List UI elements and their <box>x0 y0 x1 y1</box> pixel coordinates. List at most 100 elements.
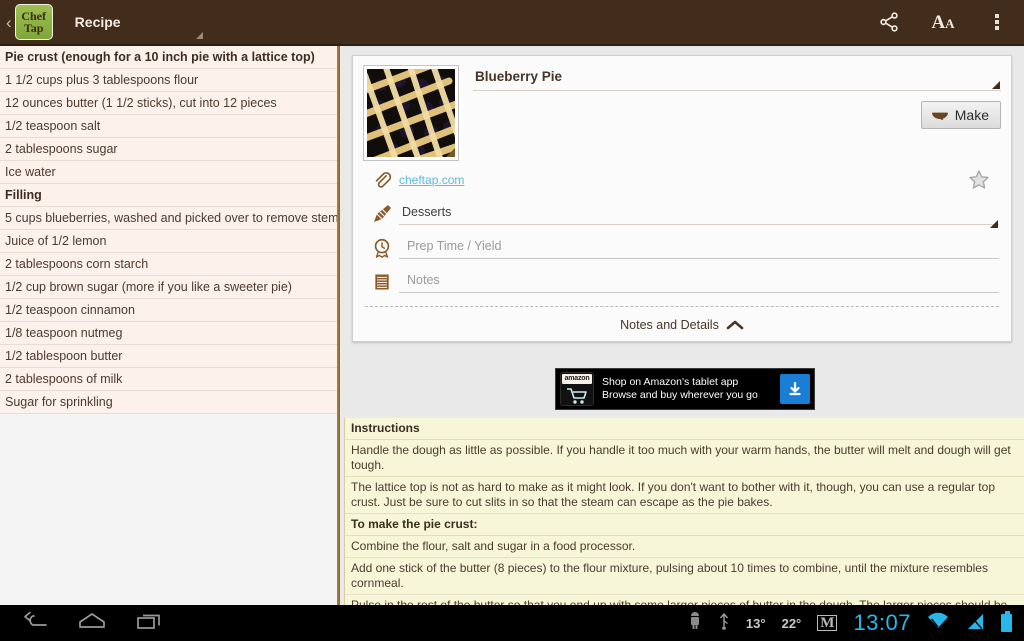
back-button[interactable] <box>22 611 48 636</box>
share-button[interactable] <box>862 0 916 45</box>
blueberry-pie-photo <box>367 69 455 157</box>
notes-field[interactable]: Notes <box>399 271 999 293</box>
status-clock[interactable]: 13:07 <box>853 610 911 636</box>
instruction-row[interactable]: Pulse in the rest of the butter so that … <box>345 595 1024 605</box>
ingredient-row[interactable]: Sugar for sprinkling <box>0 391 337 414</box>
tag-icon <box>365 202 399 226</box>
font-size-icon: AA <box>931 13 954 32</box>
chevron-up-icon <box>726 320 744 330</box>
prep-time-row: Prep Time / Yield <box>353 233 1011 263</box>
recent-apps-icon <box>137 614 160 629</box>
temperature-2: 22° <box>781 615 802 631</box>
make-button[interactable]: Make <box>920 101 1001 129</box>
notes-lines-icon <box>365 271 399 293</box>
recipe-thumbnail[interactable] <box>363 65 459 161</box>
android-debug-icon <box>688 611 702 635</box>
ingredient-row[interactable]: 2 tablespoons corn starch <box>0 253 337 276</box>
font-size-button[interactable]: AA <box>916 0 970 45</box>
recipe-spinner[interactable]: Recipe <box>75 0 211 45</box>
notes-and-details-label: Notes and Details <box>620 318 719 332</box>
category-caret-icon <box>990 220 998 228</box>
star-outline-icon <box>969 170 989 189</box>
ingredient-row[interactable]: Pie crust (enough for a 10 inch pie with… <box>0 46 337 69</box>
category-row: Desserts <box>353 199 1011 229</box>
title-column: Blueberry Pie Make <box>459 65 1001 161</box>
ingredient-row[interactable]: 1 1/2 cups plus 3 tablespoons flour <box>0 69 337 92</box>
stopwatch-icon <box>365 236 399 260</box>
download-arrow-icon <box>789 381 801 396</box>
instruction-row[interactable]: Add one stick of the butter (8 pieces) t… <box>345 558 1024 595</box>
source-link[interactable]: cheftap.com <box>399 173 464 187</box>
app-logo[interactable]: Chef Tap <box>14 4 53 40</box>
recipe-title-field[interactable]: Blueberry Pie <box>473 65 1001 91</box>
ingredient-row[interactable]: Juice of 1/2 lemon <box>0 230 337 253</box>
ingredient-row[interactable]: Ice water <box>0 161 337 184</box>
recipe-title: Blueberry Pie <box>475 69 563 84</box>
instruction-row[interactable]: Handle the dough as little as possible. … <box>345 440 1024 477</box>
notes-placeholder: Notes <box>407 273 440 287</box>
title-caret-icon <box>992 81 1000 89</box>
instructions-panel[interactable]: Instructions Handle the dough as little a… <box>344 418 1024 605</box>
notes-row: Notes <box>353 267 1011 297</box>
thumbnail-caret-icon <box>446 148 455 157</box>
instruction-header[interactable]: To make the pie crust: <box>345 514 1024 536</box>
ingredients-panel[interactable]: Pie crust (enough for a 10 inch pie with… <box>0 46 337 605</box>
category-field[interactable]: Desserts <box>399 203 999 228</box>
instruction-row[interactable]: The lattice top is not as hard to make a… <box>345 477 1024 514</box>
back-arrow-icon <box>24 611 47 626</box>
temperature-1: 13° <box>745 615 766 631</box>
amazon-ad-banner[interactable]: amazon Shop on Amazon's tablet app Brows… <box>555 368 815 410</box>
mortar-and-pestle-icon <box>931 112 948 121</box>
ingredient-row[interactable]: 2 tablespoons sugar <box>0 138 337 161</box>
font-size-big-a: A <box>931 11 946 33</box>
spinner-label: Recipe <box>74 14 121 30</box>
prep-time-field[interactable]: Prep Time / Yield <box>399 237 999 259</box>
spinner-caret-icon <box>195 32 203 39</box>
font-size-small-a: A <box>945 15 955 31</box>
app-root: ‹ Chef Tap Recipe AA Pie crust (enough f… <box>0 0 1024 641</box>
usb-icon <box>718 612 730 635</box>
up-caret-icon[interactable]: ‹ <box>0 14 15 31</box>
amazon-wordmark: amazon <box>562 374 592 384</box>
gmail-icon: M <box>817 615 838 631</box>
ad-text: Shop on Amazon's tablet app Browse and b… <box>594 376 780 402</box>
ingredient-row[interactable]: 1/2 teaspoon salt <box>0 115 337 138</box>
paperclip-icon <box>365 169 399 191</box>
instruction-header[interactable]: Instructions <box>345 418 1024 440</box>
status-icons[interactable]: 13° 22° M 13:07 <box>688 610 1024 636</box>
instruction-row[interactable]: Combine the flour, salt and sugar in a f… <box>345 536 1024 558</box>
share-icon <box>880 12 898 32</box>
ingredient-row[interactable]: 12 ounces butter (1 1/2 sticks), cut int… <box>0 92 337 115</box>
ingredient-row[interactable]: 1/2 tablespoon butter <box>0 345 337 368</box>
favorite-button[interactable] <box>959 168 999 192</box>
recipe-detail-pane: Blueberry Pie Make cheftap.com Desserts … <box>340 46 1024 605</box>
detail-card-top: Blueberry Pie Make <box>353 56 1011 161</box>
category-value: Desserts <box>402 205 452 219</box>
ingredient-row[interactable]: 1/2 cup brown sugar (more if you like a … <box>0 276 337 299</box>
ingredient-row[interactable]: 1/2 teaspoon cinnamon <box>0 299 337 322</box>
home-button[interactable] <box>78 611 106 636</box>
ingredient-row[interactable]: 2 tablespoons of milk <box>0 368 337 391</box>
ingredients-list: Pie crust (enough for a 10 inch pie with… <box>0 46 337 414</box>
overflow-menu-button[interactable] <box>970 0 1024 45</box>
source-link-field[interactable]: cheftap.com <box>399 171 959 189</box>
action-bar: ‹ Chef Tap Recipe AA <box>0 0 1024 46</box>
ingredient-row[interactable]: 5 cups blueberries, washed and picked ov… <box>0 207 337 230</box>
cell-signal-icon <box>965 612 985 635</box>
shopping-cart-icon <box>567 388 587 404</box>
make-button-label: Make <box>954 107 989 123</box>
ad-line-2: Browse and buy wherever you go <box>602 389 758 401</box>
ingredient-row[interactable]: 1/8 teaspoon nutmeg <box>0 322 337 345</box>
amazon-app-icon: amazon <box>560 372 594 406</box>
ingredient-row[interactable]: Filling <box>0 184 337 207</box>
overflow-menu-icon <box>995 12 999 32</box>
prep-time-placeholder: Prep Time / Yield <box>407 239 502 253</box>
logo-line-2: Tap <box>23 21 44 35</box>
recents-button[interactable] <box>136 611 164 636</box>
android-system-bar: 13° 22° M 13:07 <box>0 605 1024 641</box>
home-icon <box>79 612 105 628</box>
ad-download-button[interactable] <box>780 374 810 404</box>
source-link-row: cheftap.com <box>353 165 1011 195</box>
ad-line-1: Shop on Amazon's tablet app <box>602 376 739 388</box>
notes-and-details-toggle[interactable]: Notes and Details <box>353 307 1011 332</box>
